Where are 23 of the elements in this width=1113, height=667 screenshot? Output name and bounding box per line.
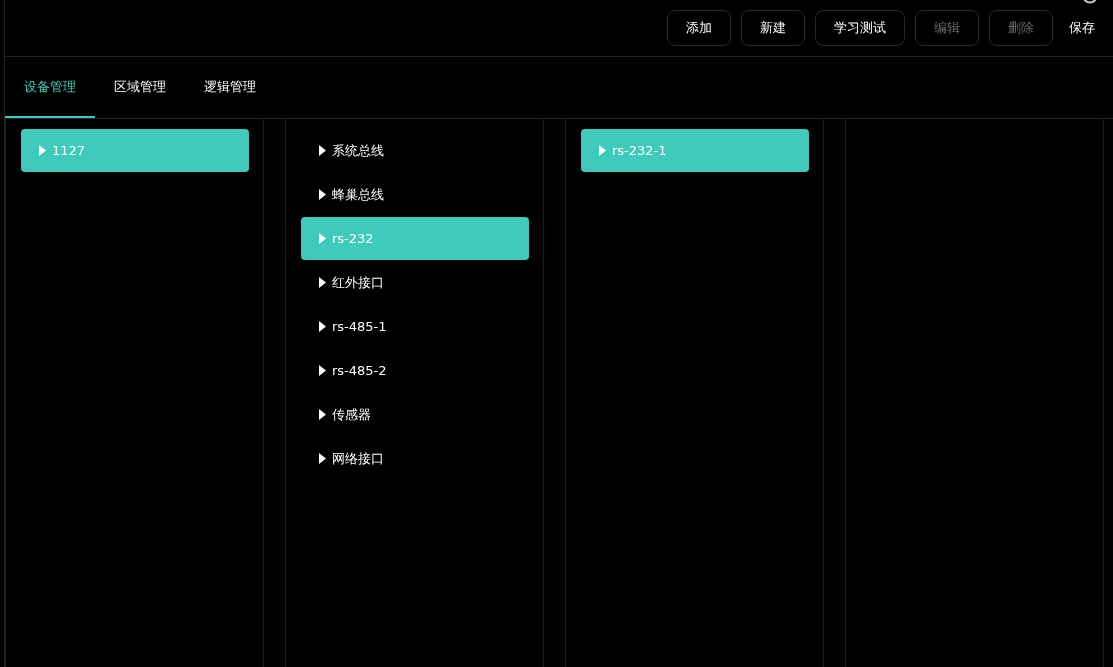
caret-icon <box>319 233 326 244</box>
tree-item[interactable]: 传感器 <box>301 393 529 436</box>
toolbar-button[interactable]: 学习测试 <box>815 10 905 46</box>
caret-icon <box>319 277 326 288</box>
caret-icon <box>319 453 326 464</box>
toolbar-button[interactable]: 添加 <box>667 10 731 46</box>
tab[interactable]: 设备管理 <box>5 57 95 118</box>
caret-icon <box>319 145 326 156</box>
caret-icon <box>39 145 46 156</box>
toolbar-button[interactable]: 新建 <box>741 10 805 46</box>
caret-icon <box>319 189 326 200</box>
tree-item[interactable]: 红外接口 <box>301 261 529 304</box>
tree-item[interactable]: 系统总线 <box>301 129 529 172</box>
tree-item[interactable]: rs-485-1 <box>301 305 529 348</box>
caret-icon <box>599 145 606 156</box>
tab[interactable]: 逻辑管理 <box>185 57 275 118</box>
caret-icon <box>319 321 326 332</box>
tree-item[interactable]: 网络接口 <box>301 437 529 480</box>
caret-icon <box>319 409 326 420</box>
tree-item[interactable]: rs-485-2 <box>301 349 529 392</box>
tree-item[interactable]: 蜂巢总线 <box>301 173 529 216</box>
caret-icon <box>319 365 326 376</box>
tab[interactable]: 区域管理 <box>95 57 185 118</box>
